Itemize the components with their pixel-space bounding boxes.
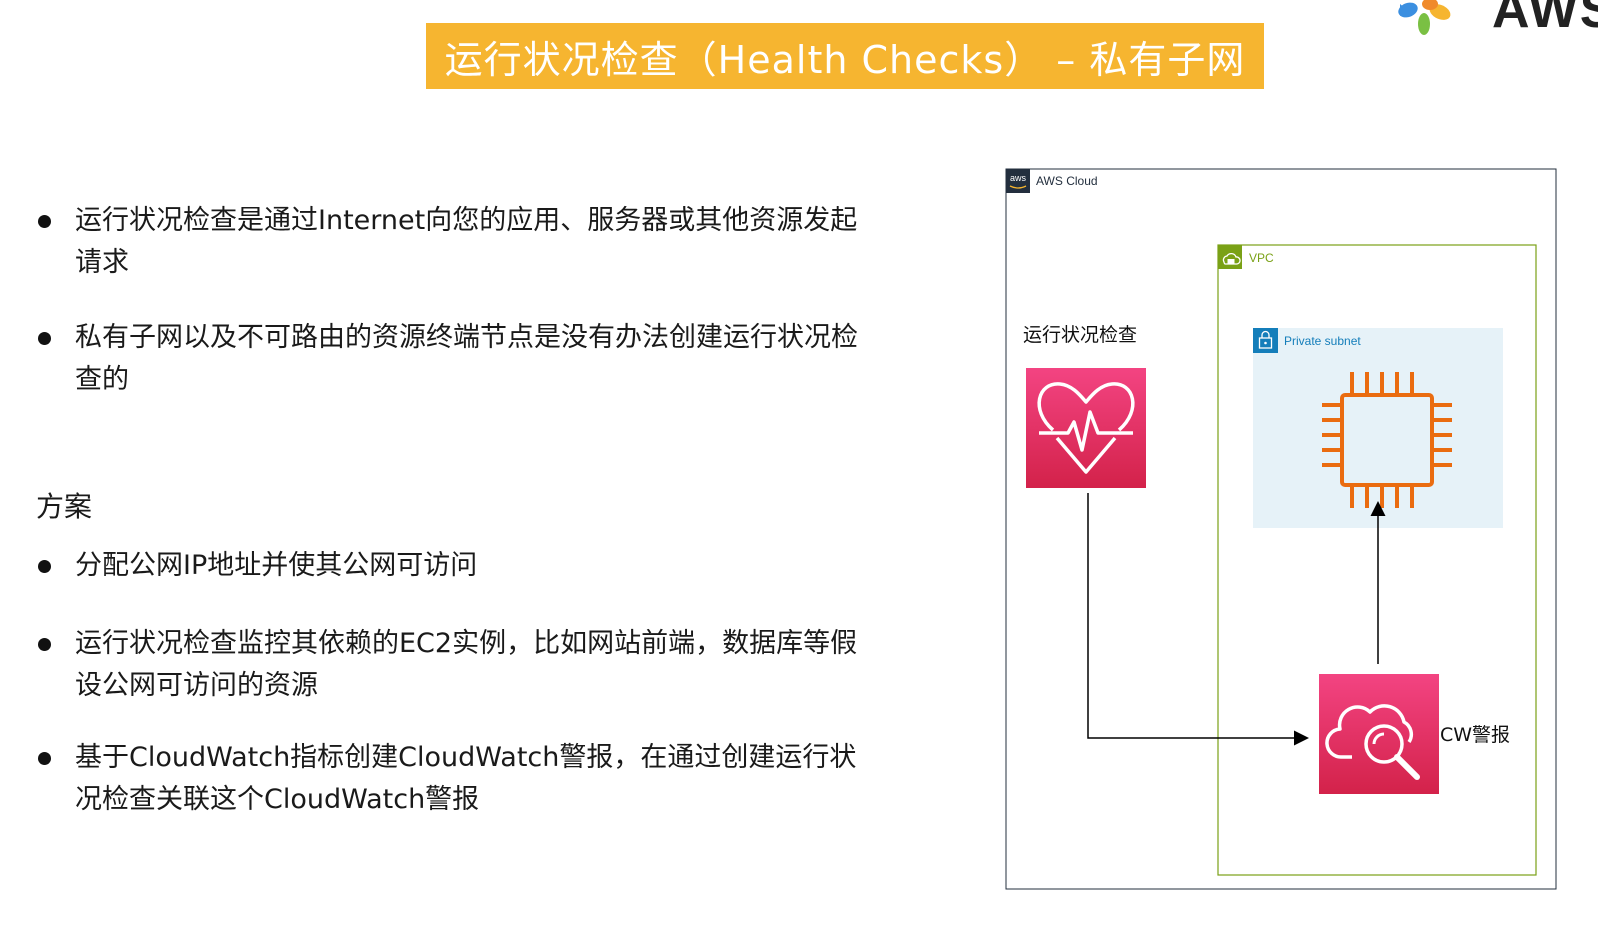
cloudwatch-alarm-icon — [1319, 674, 1439, 794]
private-subnet-lock-icon — [1253, 328, 1278, 353]
architecture-diagram: aws — [1005, 168, 1557, 890]
health-check-label: 运行状况检查 — [1023, 324, 1138, 346]
private-subnet-label: Private subnet — [1284, 334, 1361, 348]
cw-alarm-label: CW警报 — [1440, 724, 1511, 746]
vpc-cloud-lock-icon — [1218, 245, 1242, 269]
health-check-icon — [1026, 368, 1146, 488]
private-subnet-group — [1253, 328, 1503, 528]
aws-cloud-label: AWS Cloud — [1036, 174, 1098, 188]
aws-cloud-badge-icon: aws — [1006, 169, 1030, 193]
vpc-label: VPC — [1249, 251, 1274, 265]
health-check-to-alarm-arrow — [1087, 493, 1309, 746]
svg-text:aws: aws — [1010, 173, 1027, 183]
